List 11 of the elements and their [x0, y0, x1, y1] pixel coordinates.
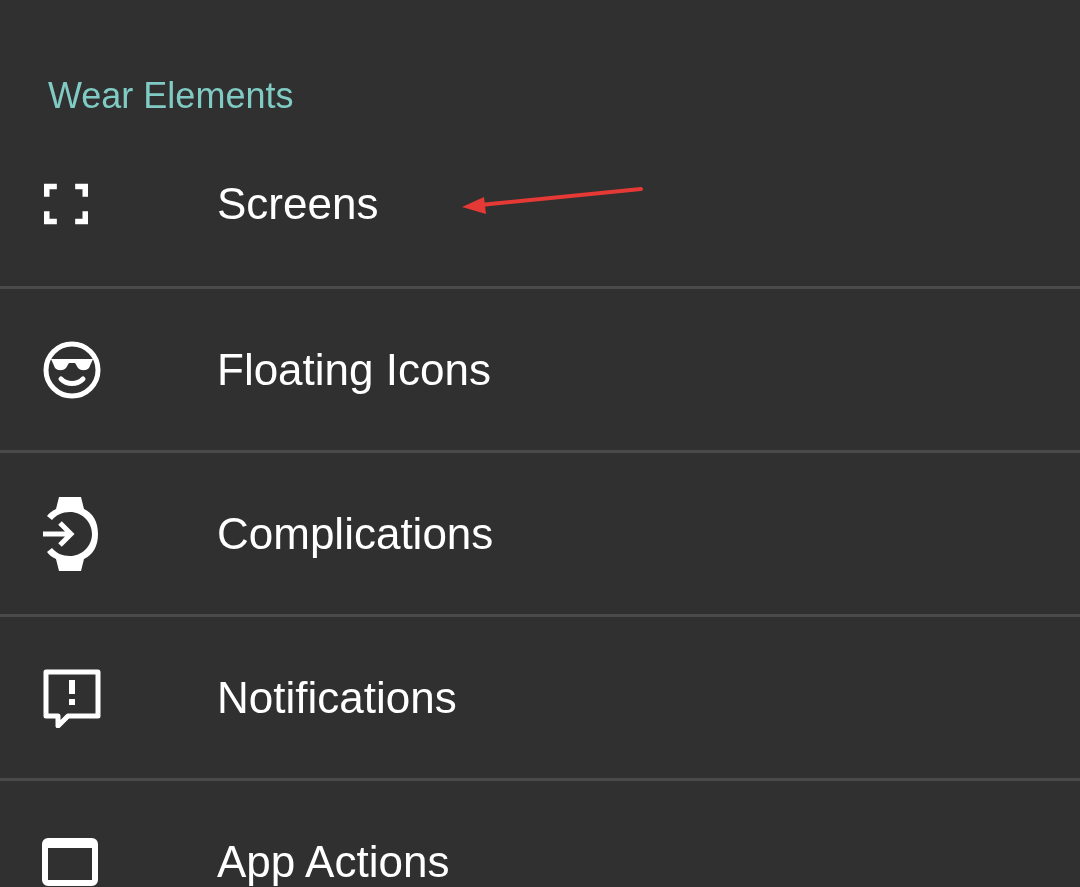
section-title: Wear Elements	[48, 78, 294, 114]
alert-message-icon	[42, 667, 102, 728]
menu-item[interactable]: Notifications	[0, 614, 1080, 778]
window-icon	[42, 837, 98, 886]
menu-item[interactable]: Floating Icons	[0, 286, 1080, 450]
menu-item[interactable]: Screens	[0, 122, 1080, 286]
fullscreen-icon	[42, 182, 90, 226]
menu-item[interactable]: App Actions	[0, 778, 1080, 887]
watch-arrow-icon	[42, 496, 98, 571]
smiley-sunglasses-icon	[42, 339, 102, 400]
menu-item[interactable]: Complications	[0, 450, 1080, 614]
